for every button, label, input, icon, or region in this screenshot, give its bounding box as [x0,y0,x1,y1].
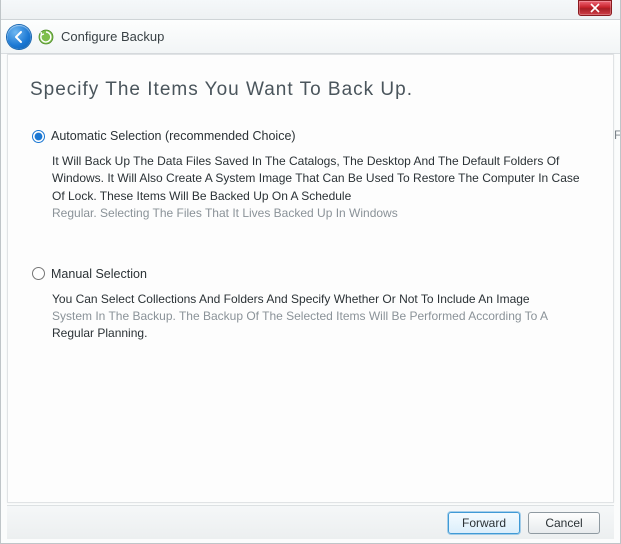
desc-text: You Can Select Collections And Folders A… [52,292,530,306]
forward-button[interactable]: Forward [448,512,520,534]
radio-automatic[interactable] [32,130,45,143]
close-icon [590,3,600,13]
desc-text: Regular Planning. [52,326,147,340]
navbar: Configure Backup [1,20,620,54]
option-automatic-head[interactable]: Automatic Selection (recommended Choice) [32,129,591,143]
option-automatic-desc: It Will Back Up The Data Files Saved In … [32,153,591,223]
backup-wizard-window: Configure Backup Fi Specify The Items Yo… [0,0,621,544]
cancel-button[interactable]: Cancel [528,512,600,534]
close-button[interactable] [578,0,612,16]
desc-text: It Will Back Up The Data Files Saved In … [52,154,580,203]
option-manual: Manual Selection You Can Select Collecti… [30,267,591,343]
back-arrow-icon [12,30,26,44]
option-manual-desc: You Can Select Collections And Folders A… [32,291,591,343]
radio-manual[interactable] [32,267,45,280]
content-area: Specify The Items You Want To Back Up. A… [7,54,614,503]
option-automatic: Automatic Selection (recommended Choice)… [30,129,591,223]
desc-text: Regular. Selecting The Files That It Liv… [52,206,398,220]
desc-text: System In The Backup. The Backup Of The … [52,309,548,323]
option-automatic-label: Automatic Selection (recommended Choice) [51,129,296,143]
back-button[interactable] [7,25,31,49]
cutoff-text: Fi [614,128,620,142]
nav-title: Configure Backup [61,29,164,44]
titlebar [1,0,620,20]
footer: Forward Cancel [7,505,614,539]
backup-app-icon [37,28,55,46]
option-manual-head[interactable]: Manual Selection [32,267,591,281]
option-manual-label: Manual Selection [51,267,147,281]
page-heading: Specify The Items You Want To Back Up. [30,79,591,101]
